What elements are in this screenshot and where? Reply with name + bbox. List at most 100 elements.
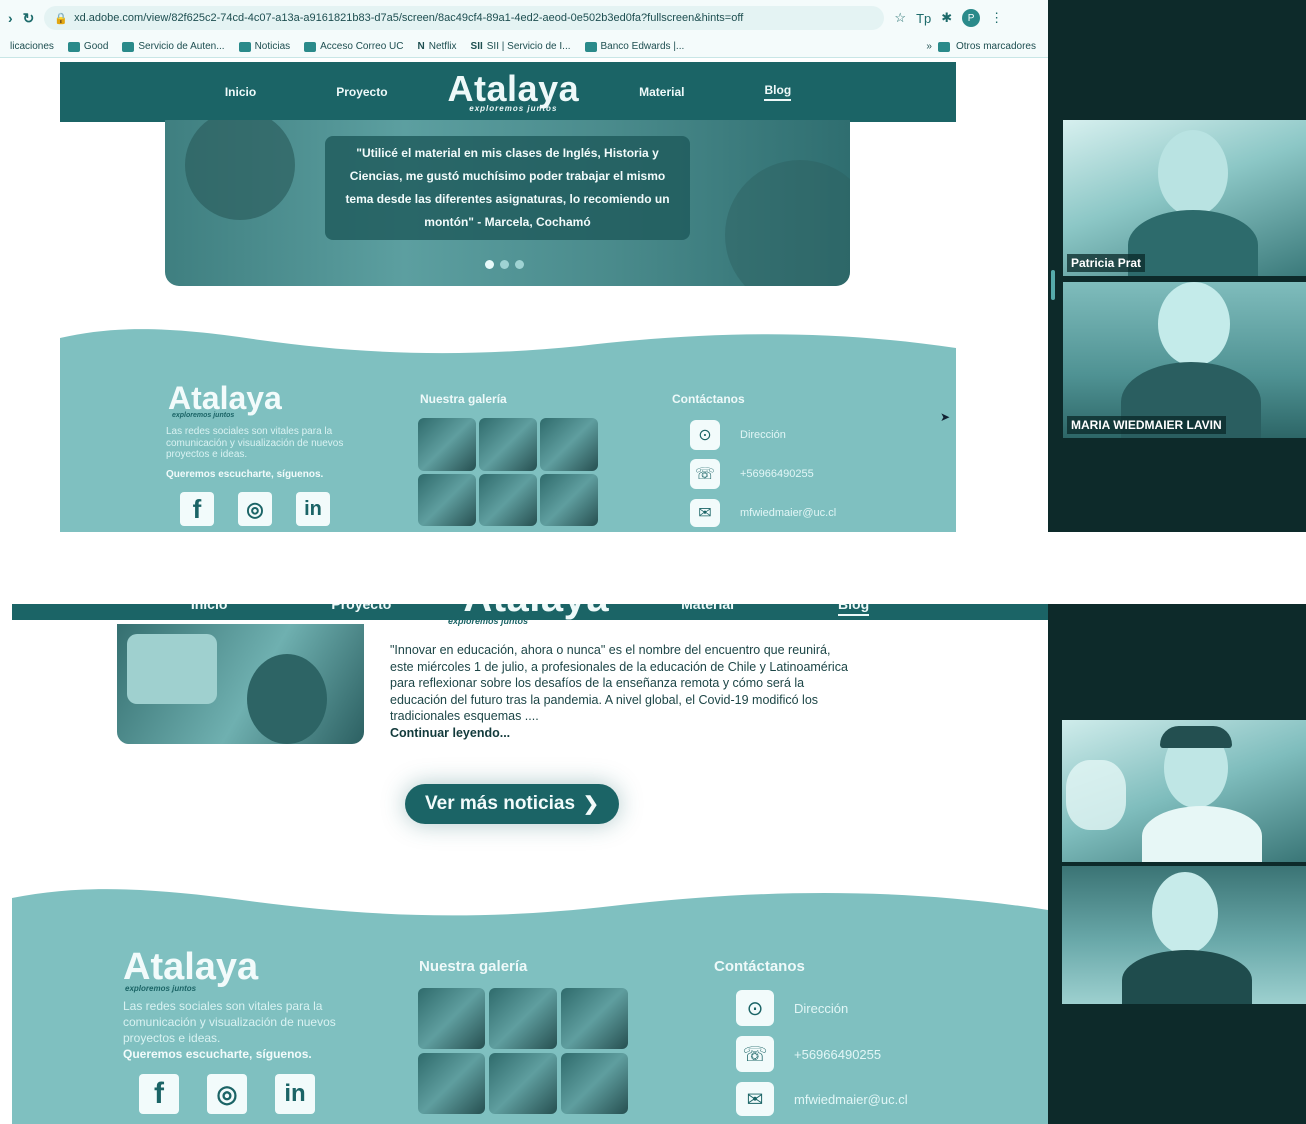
gallery-photo[interactable] <box>540 473 598 526</box>
shield-icon <box>122 41 135 52</box>
participant-name: MARIA WIEDMAIER LAVIN <box>1067 416 1226 434</box>
bookmark-item[interactable]: Servicio de Auten... <box>122 41 225 52</box>
nav-material[interactable]: Material <box>681 604 734 612</box>
nav-blog[interactable]: Blog <box>838 604 870 616</box>
gallery-photo[interactable] <box>418 473 476 526</box>
contact-title: Contáctanos <box>672 392 745 406</box>
nav-blog[interactable]: Blog <box>764 83 792 101</box>
testimonial-carousel: "Utilicé el material en mis clases de In… <box>165 120 850 286</box>
photo-person <box>185 120 295 220</box>
linkedin-icon[interactable]: in <box>275 1074 315 1114</box>
profile-avatar[interactable]: P <box>962 9 981 27</box>
contact-email[interactable]: ✉ mfwiedmaier@uc.cl <box>690 499 836 527</box>
globe-icon <box>238 41 251 52</box>
bottom-screen-share: Inicio Proyecto Atalaya Material Blog ex… <box>0 604 1306 1124</box>
address-text: Dirección <box>740 429 786 441</box>
bookmark-item[interactable]: Good <box>67 41 109 52</box>
logo-text: Atalaya <box>447 68 580 109</box>
bookmark-label: licaciones <box>10 41 54 52</box>
panel-resize-handle[interactable] <box>1051 270 1055 300</box>
extension-icon[interactable]: Tp <box>916 11 931 26</box>
forward-icon[interactable]: › <box>8 10 13 26</box>
bookmark-item[interactable]: Noticias <box>238 41 291 52</box>
envelope-icon: ✉ <box>736 1082 774 1116</box>
phone-icon: ☏ <box>690 459 720 489</box>
footer-tagline: exploremos juntos <box>172 412 235 419</box>
participant-face <box>1158 130 1228 216</box>
more-news-button[interactable]: Ver más noticias ❯ <box>405 784 619 824</box>
carousel-dot[interactable] <box>500 260 509 269</box>
reload-icon[interactable]: ↻ <box>23 10 35 27</box>
gallery-photo[interactable] <box>418 988 486 1049</box>
gallery-photo[interactable] <box>479 473 537 526</box>
star-icon[interactable]: ☆ <box>894 10 906 26</box>
participant-video[interactable]: MARIA WIEDMAIER LAVIN <box>1063 282 1306 438</box>
phone-icon: ☏ <box>736 1036 774 1072</box>
contact-email[interactable]: ✉ mfwiedmaier@uc.cl <box>736 1082 908 1116</box>
facebook-icon[interactable]: f <box>139 1074 179 1114</box>
instagram-icon[interactable]: ◎ <box>238 492 272 526</box>
gallery-photo[interactable] <box>479 418 537 471</box>
news-paragraph: "Innovar en educación, ahora o nunca" es… <box>390 643 848 723</box>
nav-proyecto[interactable]: Proyecto <box>336 85 387 99</box>
photo-gallery <box>418 988 628 1114</box>
news-image[interactable] <box>117 624 364 744</box>
gallery-photo[interactable] <box>540 418 598 471</box>
participant-video[interactable] <box>1062 720 1306 862</box>
gallery-photo[interactable] <box>489 988 557 1049</box>
bookmark-item[interactable]: Banco Edwards |... <box>584 41 685 52</box>
chevron-right-icon: ❯ <box>583 793 599 815</box>
bookmark-item[interactable]: N Netflix <box>418 41 457 52</box>
site-footer: Atalaya exploremos juntos Las redes soci… <box>60 318 956 532</box>
gallery-title: Nuestra galería <box>420 392 507 406</box>
menu-icon[interactable]: ⋮ <box>990 10 1003 26</box>
bookmark-item[interactable]: SII SII | Servicio de I... <box>471 41 571 52</box>
bookmark-label: Servicio de Auten... <box>138 41 225 52</box>
social-links: f ◎ in <box>180 492 330 526</box>
address-bar[interactable]: 🔒 xd.adobe.com/view/82f625c2-74cd-4c07-a… <box>44 6 885 30</box>
linkedin-icon[interactable]: in <box>296 492 330 526</box>
contact-phone[interactable]: ☏ +56966490255 <box>736 1036 881 1072</box>
instagram-icon[interactable]: ◎ <box>207 1074 247 1114</box>
sii-icon: SII <box>470 41 483 52</box>
participant-hand <box>1066 760 1126 830</box>
footer-logo: Atalaya <box>123 946 259 988</box>
bookmark-label: Good <box>83 41 109 52</box>
envelope-icon: ✉ <box>690 499 720 527</box>
bookmark-label: Noticias <box>254 41 291 52</box>
nav-material[interactable]: Material <box>639 85 684 99</box>
carousel-dot[interactable] <box>515 260 524 269</box>
location-pin-icon: ⊙ <box>690 420 720 450</box>
contact-phone[interactable]: ☏ +56966490255 <box>690 459 814 489</box>
nav-inicio[interactable]: Inicio <box>225 85 256 99</box>
participant-video[interactable]: Patricia Prat <box>1063 120 1306 276</box>
gallery-photo[interactable] <box>418 1053 486 1114</box>
footer-description: Las redes sociales son vitales para la c… <box>123 999 336 1045</box>
carousel-dots <box>485 260 524 269</box>
bookmark-label: Banco Edwards |... <box>600 41 685 52</box>
video-panel: Patricia Prat MARIA WIEDMAIER LAVIN <box>1048 0 1306 532</box>
participant-video[interactable] <box>1062 866 1306 1004</box>
gallery-photo[interactable] <box>560 988 628 1049</box>
bookmark-item[interactable]: Acceso Correo UC <box>304 41 404 52</box>
nav-proyecto[interactable]: Proyecto <box>331 604 391 612</box>
bookmark-label: Netflix <box>428 41 457 52</box>
participant-face <box>1152 872 1218 954</box>
gallery-photo[interactable] <box>418 418 476 471</box>
facebook-icon[interactable]: f <box>180 492 214 526</box>
carousel-dot[interactable] <box>485 260 494 269</box>
contact-address[interactable]: ⊙ Dirección <box>690 420 786 450</box>
contact-address[interactable]: ⊙ Dirección <box>736 990 848 1026</box>
bookmark-item[interactable]: licaciones <box>10 41 54 52</box>
gallery-photo[interactable] <box>489 1053 557 1114</box>
read-more-link[interactable]: Continuar leyendo... <box>390 726 510 740</box>
puzzle-icon[interactable]: ✱ <box>941 10 952 26</box>
other-bookmarks[interactable]: » Otros marcadores <box>926 41 1048 52</box>
participant-face <box>1158 282 1230 366</box>
folder-icon <box>67 41 80 52</box>
site-logo[interactable]: Atalaya exploremos juntos <box>448 71 580 113</box>
netflix-icon: N <box>417 41 425 52</box>
address-text: Dirección <box>794 1000 849 1016</box>
nav-inicio[interactable]: Inicio <box>191 604 228 612</box>
gallery-photo[interactable] <box>560 1053 628 1114</box>
